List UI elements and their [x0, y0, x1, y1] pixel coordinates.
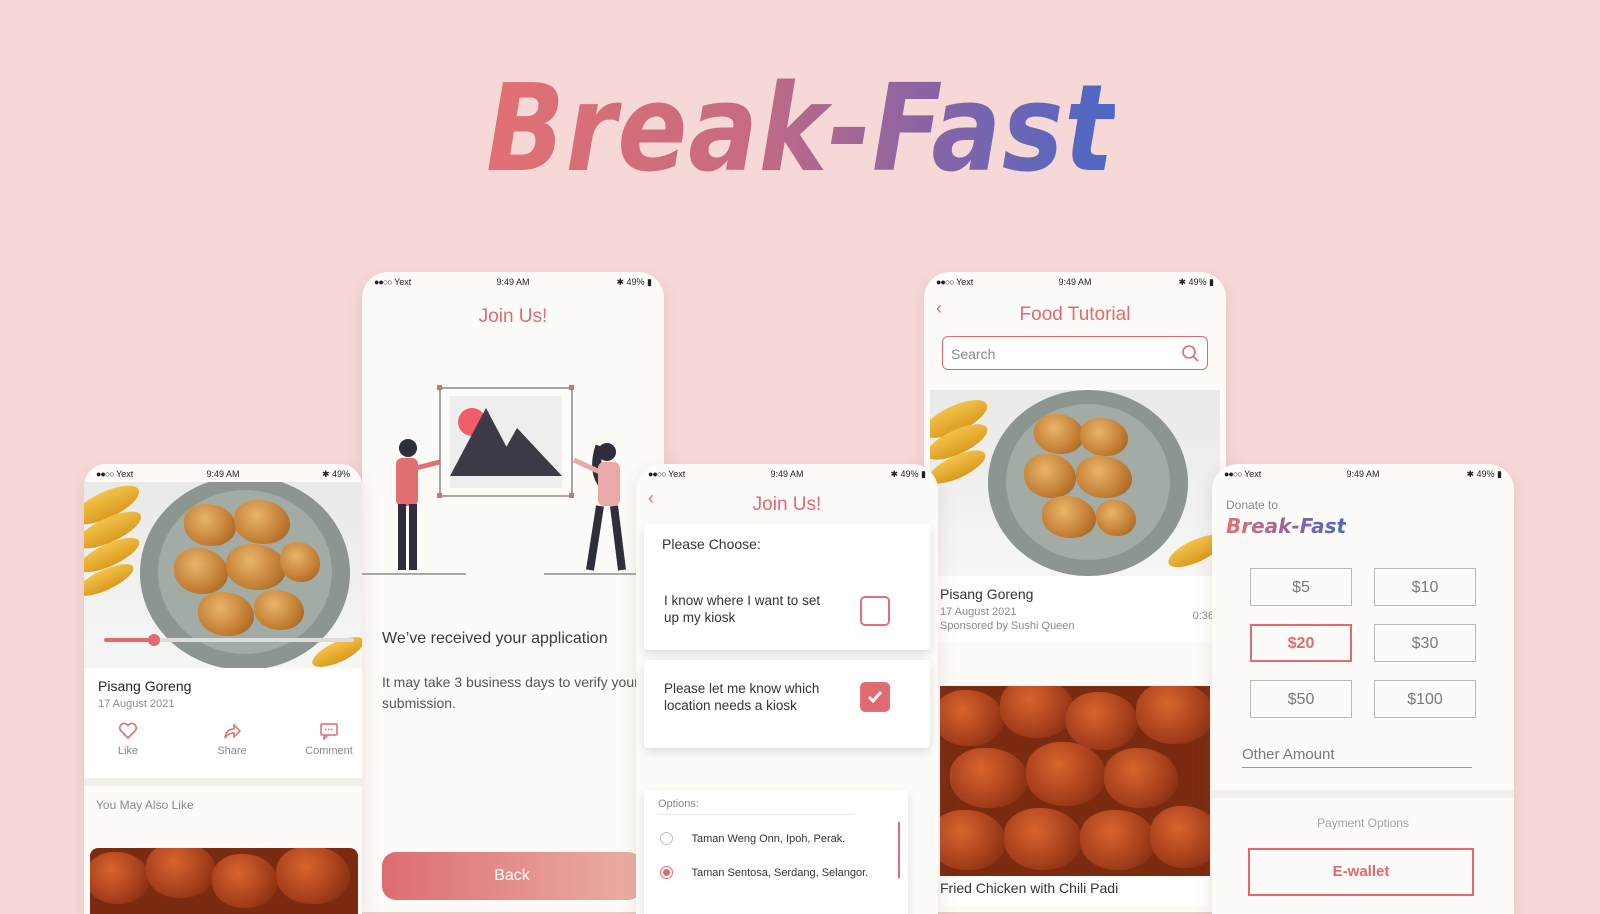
phone-donate: ●●○○ Yext 9:49 AM ✱ 49% ▮ Donate to Brea… — [1212, 464, 1514, 914]
dish-date: 17 August 2021 — [98, 698, 175, 710]
share-icon[interactable] — [222, 722, 242, 740]
confirmation-body: It may take 3 business days to verify yo… — [382, 674, 639, 711]
heart-icon[interactable] — [118, 722, 138, 740]
video-title: Pisang Goreng — [940, 586, 1034, 602]
status-bar: ●●○○ Yext 9:49 AM ✱ 49% ▮ — [374, 277, 652, 287]
amount-100-button[interactable]: $100 — [1374, 680, 1476, 718]
phone-join-choose: ●●○○ Yext 9:49 AM ✱ 49% ▮ ‹ Join Us! Ple… — [636, 464, 938, 914]
options-label: Options: — [658, 798, 699, 810]
like-label: Like — [117, 745, 139, 757]
status-bar: ●●○○ Yext 9:49 AM ✱ 49% ▮ — [648, 469, 926, 479]
amount-5-button[interactable]: $5 — [1250, 568, 1352, 606]
back-button[interactable]: Back — [382, 852, 642, 900]
video-date: 17 August 2021 — [940, 606, 1017, 618]
choice-prompt: Please Choose: — [662, 536, 761, 552]
donate-brand: Break-Fast — [1226, 514, 1347, 538]
option-know-location-checkbox[interactable] — [860, 596, 890, 626]
payment-heading: Payment Options — [1316, 816, 1410, 830]
options-scrollbar[interactable] — [898, 822, 900, 878]
like-action[interactable]: Like — [108, 722, 148, 757]
phone-food-tutorial: ●●○○ Yext 9:49 AM ✱ 49% ▮ ‹ Food Tutoria… — [924, 272, 1226, 912]
video-thumbnail-pisang-goreng[interactable] — [930, 390, 1220, 576]
video-title: Fried Chicken with Chili Padi — [940, 880, 1119, 896]
status-bar: ●●○○ Yext 9:49 AM ✱ 49% ▮ — [936, 277, 1214, 287]
share-label: Share — [217, 745, 247, 757]
comment-icon[interactable] — [319, 722, 339, 741]
search-field[interactable]: Search — [942, 336, 1208, 370]
options-list: Options: Taman Weng Onn, Ipoh, Perak. Ta… — [644, 790, 908, 914]
related-thumbnail[interactable] — [90, 848, 358, 914]
status-bar: ●●○○ Yext 9:49 AM ✱ 49% ▮ — [1224, 469, 1502, 479]
video-progress-knob[interactable] — [148, 634, 160, 646]
comment-label: Comment — [305, 745, 353, 757]
confirmation-heading: We’ve received your application — [382, 630, 608, 647]
video-progress-fill — [104, 638, 154, 642]
page-title: Food Tutorial — [1019, 304, 1131, 325]
page-title: Join Us! — [478, 306, 548, 327]
amount-10-button[interactable]: $10 — [1374, 568, 1476, 606]
video-progress-bar[interactable] — [104, 634, 354, 646]
search-input[interactable]: Search — [951, 346, 995, 362]
location-option[interactable]: Taman Sentosa, Serdang, Selangor. — [660, 864, 868, 882]
video-card[interactable]: Pisang Goreng 17 August 2021 Sponsored b… — [924, 576, 1226, 642]
phone-application-received: ●●○○ Yext 9:49 AM ✱ 49% ▮ Join Us! We’ve… — [362, 272, 664, 912]
dish-name: Pisang Goreng — [98, 678, 192, 694]
option-suggest-location-label: Please let me know which location needs … — [664, 681, 820, 713]
option-know-location-label: I know where I want to set up my kiosk — [664, 593, 821, 625]
page-title: Join Us! — [752, 494, 822, 515]
other-amount-input[interactable]: Other Amount — [1242, 746, 1472, 768]
status-bar: ●●○○ Yext 9:49 AM ✱ 49% — [96, 469, 350, 479]
e-wallet-button[interactable]: E-wallet — [1248, 848, 1474, 896]
video-thumbnail-fried-chicken[interactable] — [940, 686, 1210, 876]
amount-30-button[interactable]: $30 — [1374, 624, 1476, 662]
app-title: Break-Fast — [485, 60, 1115, 199]
video-sponsor: Sponsored by Sushi Queen — [940, 620, 1075, 632]
phone-dish-detail: ●●○○ Yext 9:49 AM ✱ 49% Pisang Goreng 17… — [84, 464, 362, 914]
amount-50-button[interactable]: $50 — [1250, 680, 1352, 718]
share-action[interactable]: Share — [210, 722, 254, 757]
location-option[interactable]: Taman Weng Onn, Ipoh, Perak. — [660, 830, 845, 848]
comment-action[interactable]: Comment — [302, 722, 356, 757]
gallery-illustration — [362, 385, 664, 575]
choice-card: Please let me know which location needs … — [644, 660, 930, 748]
search-icon[interactable] — [1181, 344, 1199, 362]
donate-label: Donate to — [1226, 498, 1279, 512]
related-heading: You May Also Like — [96, 798, 194, 812]
video-duration: 0:36 — [1192, 610, 1214, 622]
check-icon — [867, 691, 883, 704]
radio-selected[interactable] — [660, 866, 673, 880]
option-suggest-location-checkbox[interactable] — [860, 682, 890, 712]
choice-card: Please Choose: I know where I want to se… — [644, 524, 930, 650]
amount-20-button[interactable]: $20 — [1250, 624, 1352, 662]
radio-unselected[interactable] — [660, 832, 673, 846]
